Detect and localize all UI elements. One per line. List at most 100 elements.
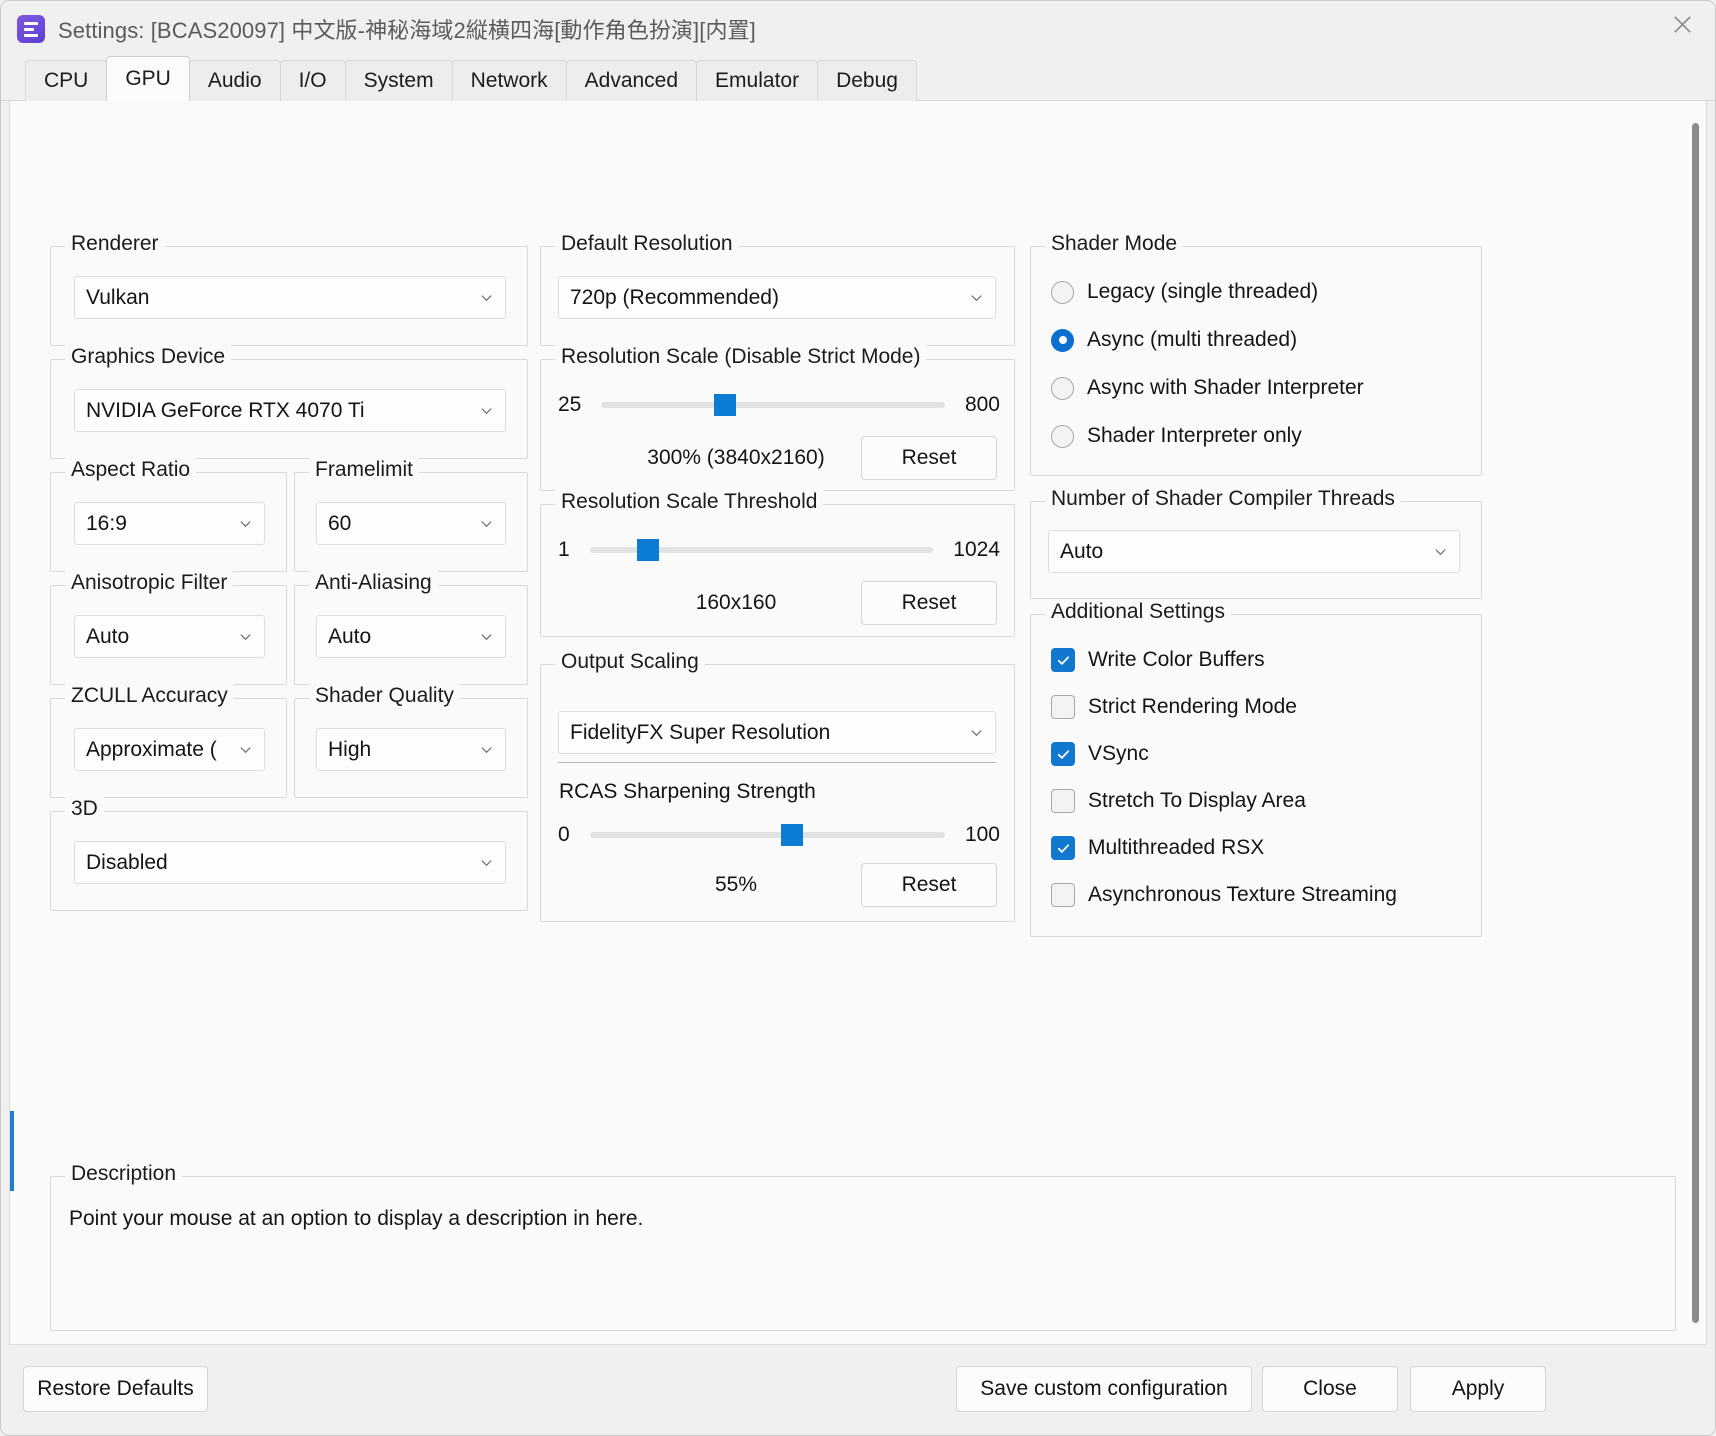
group-anti-aliasing-title: Anti-Aliasing [309,571,438,595]
tab-audio[interactable]: Audio [188,60,281,101]
additional-setting-label: Asynchronous Texture Streaming [1088,883,1397,906]
resolution-scale-threshold-max: 1024 [953,538,1000,561]
shader-compiler-threads-value: Auto [1060,539,1104,563]
group-zcull-accuracy-title: ZCULL Accuracy [65,684,234,708]
chevron-down-icon [475,629,497,644]
window-title: Settings: [BCAS20097] 中文版-神秘海域2縦横四海[動作角色… [58,18,756,43]
group-resolution-scale-threshold-title: Resolution Scale Threshold [555,490,824,514]
shader-mode-radio-label: Legacy (single threaded) [1087,280,1319,303]
anisotropic-filter-value: Auto [86,624,130,648]
rcas-sharpening-label: RCAS Sharpening Strength [559,780,816,803]
checkbox-unchecked-icon [1051,883,1075,907]
shader-mode-radio-label: Async (multi threaded) [1087,328,1298,351]
checkbox-checked-icon [1051,836,1075,860]
group-zcull-accuracy: ZCULL Accuracy Approximate ( [50,684,287,798]
checkbox-unchecked-icon [1051,789,1075,813]
zcull-accuracy-combobox[interactable]: Approximate ( [74,728,265,771]
group-3d-title: 3D [65,797,104,821]
tab-emulator[interactable]: Emulator [696,60,819,101]
shader-mode-radio-1[interactable]: Async (multi threaded) [1051,328,1297,352]
group-aspect-ratio: Aspect Ratio 16:9 [50,458,287,572]
resolution-scale-handle[interactable] [714,394,737,416]
additional-setting-checkbox-1[interactable]: Strict Rendering Mode [1051,695,1297,719]
three-d-combobox[interactable]: Disabled [74,841,506,884]
group-default-resolution-title: Default Resolution [555,232,739,256]
rpcs3-logo-icon [17,15,45,43]
apply-button[interactable]: Apply [1410,1366,1546,1412]
group-shader-compiler-threads: Number of Shader Compiler Threads Auto [1030,487,1482,599]
group-default-resolution: Default Resolution 720p (Recommended) [540,232,1015,346]
tab-debug[interactable]: Debug [817,60,917,101]
additional-setting-checkbox-2[interactable]: VSync [1051,742,1149,766]
anti-aliasing-combobox[interactable]: Auto [316,615,506,658]
framelimit-combobox[interactable]: 60 [316,502,506,545]
tab-gpu[interactable]: GPU [106,56,190,101]
shader-mode-radio-2[interactable]: Async with Shader Interpreter [1051,376,1364,400]
output-scaling-divider [558,762,996,763]
graphics-device-value: NVIDIA GeForce RTX 4070 Ti [86,398,365,422]
close-dialog-button[interactable]: Close [1262,1366,1398,1412]
checkbox-checked-icon [1051,742,1075,766]
graphics-device-combobox[interactable]: NVIDIA GeForce RTX 4070 Ti [74,389,506,432]
rcas-sharpening-handle[interactable] [781,824,804,846]
tab-advanced[interactable]: Advanced [565,60,698,101]
three-d-value: Disabled [86,850,168,874]
save-custom-configuration-button[interactable]: Save custom configuration [956,1366,1252,1412]
aspect-ratio-combobox[interactable]: 16:9 [74,502,265,545]
rcas-sharpening-slider[interactable]: 0 100 [558,823,1000,847]
anisotropic-filter-combobox[interactable]: Auto [74,615,265,658]
chevron-down-icon [475,742,497,757]
group-shader-quality-title: Shader Quality [309,684,460,708]
renderer-value: Vulkan [86,285,150,309]
scrollbar-thumb[interactable] [1692,123,1699,1323]
additional-setting-checkbox-4[interactable]: Multithreaded RSX [1051,836,1264,860]
dialog-button-bar: Restore Defaults Save custom configurati… [1,1345,1715,1435]
additional-setting-checkbox-0[interactable]: Write Color Buffers [1051,648,1265,672]
chevron-down-icon [1429,544,1451,559]
description-group: Description Point your mouse at an optio… [50,1162,1676,1331]
group-shader-quality: Shader Quality High [294,684,528,798]
tab-network[interactable]: Network [451,60,567,101]
zcull-accuracy-value: Approximate ( [86,737,217,761]
renderer-combobox[interactable]: Vulkan [74,276,506,319]
rcas-sharpening-value: 55% [714,873,758,896]
description-text: Point your mouse at an option to display… [69,1207,644,1230]
resolution-scale-reset-button[interactable]: Reset [861,436,997,480]
group-resolution-scale: Resolution Scale (Disable Strict Mode) 2… [540,345,1015,491]
additional-setting-label: VSync [1088,742,1149,765]
additional-setting-label: Write Color Buffers [1088,648,1265,671]
tab-system[interactable]: System [344,60,453,101]
close-button[interactable] [1649,1,1715,48]
title-bar: Settings: [BCAS20097] 中文版-神秘海域2縦横四海[動作角色… [1,1,1715,57]
rcas-sharpening-reset-button[interactable]: Reset [861,863,997,907]
group-shader-mode: Shader Mode Legacy (single threaded) Asyn… [1030,232,1482,476]
shader-mode-radio-3[interactable]: Shader Interpreter only [1051,424,1302,448]
group-output-scaling: Output Scaling FidelityFX Super Resoluti… [540,650,1015,922]
additional-setting-checkbox-3[interactable]: Stretch To Display Area [1051,789,1306,813]
group-framelimit-title: Framelimit [309,458,419,482]
shader-quality-value: High [328,737,372,761]
focus-accent-bar [10,1111,14,1191]
resolution-scale-threshold-slider[interactable]: 1 1024 [558,538,1000,562]
shader-mode-radio-0[interactable]: Legacy (single threaded) [1051,280,1318,304]
resolution-scale-slider[interactable]: 25 800 [558,393,1000,417]
content-scrollbar[interactable] [1688,103,1702,1342]
tab-i-o[interactable]: I/O [279,60,346,101]
output-scaling-combobox[interactable]: FidelityFX Super Resolution [558,711,996,754]
tab-cpu[interactable]: CPU [25,60,108,101]
restore-defaults-button[interactable]: Restore Defaults [23,1366,208,1412]
checkbox-unchecked-icon [1051,695,1075,719]
group-shader-compiler-threads-title: Number of Shader Compiler Threads [1045,487,1401,511]
default-resolution-combobox[interactable]: 720p (Recommended) [558,276,996,319]
group-anisotropic-filter: Anisotropic Filter Auto [50,571,287,685]
group-aspect-ratio-title: Aspect Ratio [65,458,197,482]
chevron-down-icon [965,725,987,740]
settings-window: Settings: [BCAS20097] 中文版-神秘海域2縦横四海[動作角色… [0,0,1716,1436]
close-icon [1673,16,1691,33]
shader-compiler-threads-combobox[interactable]: Auto [1048,530,1460,573]
resolution-scale-threshold-reset-button[interactable]: Reset [861,581,997,625]
additional-setting-checkbox-5[interactable]: Asynchronous Texture Streaming [1051,883,1397,907]
shader-quality-combobox[interactable]: High [316,728,506,771]
resolution-scale-threshold-handle[interactable] [637,539,660,561]
radio-unchecked-icon [1051,376,1074,400]
